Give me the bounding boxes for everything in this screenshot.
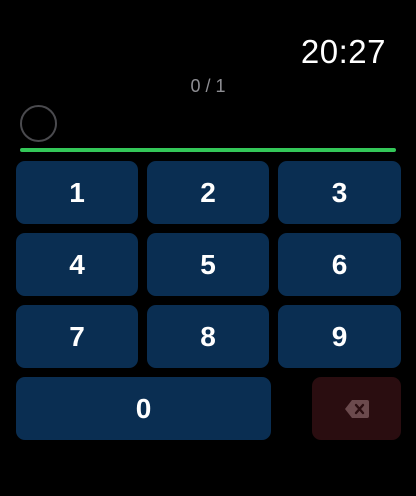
clock-time: 20:27 — [300, 33, 386, 70]
key-0[interactable]: 0 — [16, 377, 271, 440]
delete-button[interactable] — [312, 377, 401, 440]
key-6[interactable]: 6 — [278, 233, 401, 296]
passcode-underline — [20, 148, 396, 152]
backspace-icon — [344, 399, 370, 419]
numeric-keypad: 1 2 3 4 5 6 7 8 9 0 — [16, 161, 401, 440]
key-8[interactable]: 8 — [147, 305, 269, 368]
passcode-digit-slot — [20, 105, 57, 142]
key-4[interactable]: 4 — [16, 233, 138, 296]
key-3[interactable]: 3 — [278, 161, 401, 224]
key-7[interactable]: 7 — [16, 305, 138, 368]
key-5[interactable]: 5 — [147, 233, 269, 296]
passcode-progress: 0 / 1 — [190, 76, 226, 96]
key-1[interactable]: 1 — [16, 161, 138, 224]
key-9[interactable]: 9 — [278, 305, 401, 368]
key-2[interactable]: 2 — [147, 161, 269, 224]
